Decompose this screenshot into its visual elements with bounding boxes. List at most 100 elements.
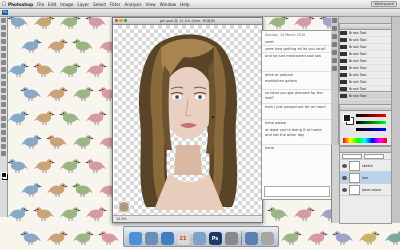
pen-tool-icon[interactable] (1, 116, 6, 121)
menu-item-filter[interactable]: Filter (110, 2, 120, 7)
brush-preset-row[interactable]: Brush Tool (340, 72, 391, 79)
brush-preset-row[interactable]: Brush Tool (340, 37, 391, 44)
history-panel-icon[interactable] (332, 18, 337, 23)
itunes-icon[interactable] (192, 232, 206, 245)
photoshop-icon[interactable]: Ps (208, 232, 222, 245)
options-bar: Ps (0, 9, 400, 17)
color-panel-header[interactable] (340, 105, 391, 111)
apple-menu-icon[interactable]:  (0, 1, 8, 7)
menu-item-analysis[interactable]: Analysis (124, 2, 141, 7)
eyedropper-tool-icon[interactable] (1, 53, 6, 58)
eraser-tool-icon[interactable] (1, 88, 6, 93)
marquee-tool-icon[interactable] (1, 25, 6, 30)
blend-mode-select[interactable] (342, 153, 362, 159)
path-selection-tool-icon[interactable] (1, 130, 6, 135)
magic-wand-tool-icon[interactable] (1, 39, 6, 44)
bird-wallpaper-tile (33, 158, 56, 174)
menu-item-window[interactable]: Window (160, 2, 177, 7)
bird-wallpaper-tile (46, 86, 69, 102)
document-title: girl.psd @ 12.5% (Hair, RGB/8) (159, 19, 216, 23)
info-panel-icon[interactable] (332, 58, 337, 63)
menu-item-file[interactable]: File (37, 2, 44, 7)
brush-preset-row[interactable]: Brush Tool (340, 44, 391, 51)
color-foreground-swatch[interactable] (343, 114, 351, 122)
folder-icon[interactable] (244, 232, 258, 245)
red-slider[interactable] (356, 114, 386, 117)
crop-tool-icon[interactable] (1, 46, 6, 51)
bird-wallpaper-tile (59, 158, 82, 174)
layer-row[interactable]: sketch (340, 160, 391, 172)
menu-item-select[interactable]: Select (93, 2, 106, 7)
brush-preset-row[interactable]: Brush Tool (340, 51, 391, 58)
menu-item-image[interactable]: Image (60, 2, 73, 7)
move-tool-icon[interactable] (1, 18, 6, 23)
menu-item-help[interactable]: Help (180, 2, 190, 7)
blue-slider[interactable] (356, 128, 386, 131)
zoom-icon[interactable] (123, 19, 128, 23)
document-title-bar[interactable]: girl.psd @ 12.5% (Hair, RGB/8) (113, 18, 262, 25)
menu-item-layer[interactable]: Layer (77, 2, 89, 7)
foreground-color-swatch[interactable] (1, 172, 7, 178)
visibility-eye-icon[interactable] (342, 187, 347, 192)
green-slider[interactable] (356, 121, 386, 124)
brush-preset-row[interactable]: Brush Tool (340, 79, 391, 86)
minimize-icon[interactable] (119, 19, 123, 23)
bird-wallpaper-tile (97, 230, 120, 246)
lasso-tool-icon[interactable] (1, 32, 6, 37)
close-icon[interactable] (115, 19, 119, 23)
layer-row-selected[interactable]: hair (340, 172, 391, 184)
workspace-button[interactable]: Workspace (371, 1, 397, 7)
settings-icon[interactable] (224, 232, 238, 245)
zoom-tool-icon[interactable] (1, 151, 6, 156)
brush-preset-row[interactable]: Brush Tool (340, 86, 391, 93)
brush-preset-row[interactable]: Brush Tool (340, 58, 391, 65)
brush-tool-icon[interactable] (1, 67, 6, 72)
opacity-field[interactable] (364, 153, 384, 159)
color-ramp[interactable] (343, 138, 387, 143)
bird-wallpaper-tile (384, 230, 400, 246)
blur-tool-icon[interactable] (1, 102, 6, 107)
hand-tool-icon[interactable] (1, 144, 6, 149)
bird-wallpaper-tile (84, 14, 107, 30)
bird-wallpaper-tile (72, 86, 95, 102)
brushes-panel-icon[interactable] (332, 34, 337, 39)
document-window: girl.psd @ 12.5% (Hair, RGB/8) 12.5% (112, 17, 263, 223)
tool-presets-panel-icon[interactable] (332, 50, 337, 55)
bird-wallpaper-tile (19, 230, 42, 246)
dodge-tool-icon[interactable] (1, 109, 6, 114)
navigator-panel-icon[interactable] (332, 66, 337, 71)
shape-tool-icon[interactable] (1, 137, 6, 142)
safari-icon[interactable] (160, 232, 174, 245)
chat-input[interactable] (264, 186, 330, 197)
canvas[interactable] (114, 25, 261, 215)
menu-bar:  Photoshop File Edit Image Layer Select… (0, 0, 400, 9)
visibility-eye-icon[interactable] (342, 175, 347, 180)
layer-row[interactable]: base colour (340, 184, 391, 196)
layer-thumbnail (349, 172, 360, 183)
clone-stamp-tool-icon[interactable] (1, 74, 6, 79)
finder-icon[interactable] (128, 232, 142, 245)
brush-preset-row[interactable]: Brush Tool (340, 93, 391, 100)
bird-wallpaper-tile (19, 86, 42, 102)
zoom-level: 12.5% (116, 217, 127, 221)
mail-icon[interactable] (144, 232, 158, 245)
brush-preset-row[interactable]: Brush Tool (340, 65, 391, 72)
brush-preset-row[interactable]: Brush Tool (340, 30, 391, 37)
actions-panel-icon[interactable] (332, 26, 337, 31)
bird-wallpaper-tile (32, 62, 55, 78)
menu-item-edit[interactable]: Edit (48, 2, 56, 7)
bird-wallpaper-tile (59, 62, 82, 78)
menu-item-view[interactable]: View (146, 2, 156, 7)
trash-icon[interactable] (260, 232, 274, 245)
healing-tool-icon[interactable] (1, 60, 6, 65)
calendar-icon[interactable]: 21 (176, 232, 190, 245)
bird-wallpaper-tile (293, 206, 316, 222)
gradient-tool-icon[interactable] (1, 95, 6, 100)
bird-wallpaper-tile (84, 158, 107, 174)
type-tool-icon[interactable] (1, 123, 6, 128)
blend-mode-row (340, 153, 391, 160)
history-brush-tool-icon[interactable] (1, 81, 6, 86)
app-menu[interactable]: Photoshop (8, 2, 33, 7)
visibility-eye-icon[interactable] (342, 163, 347, 168)
clone-source-panel-icon[interactable] (332, 42, 337, 47)
